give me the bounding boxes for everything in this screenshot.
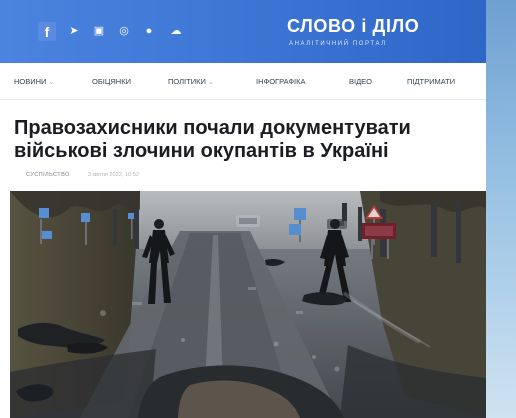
article-page: f ➤ ▣ ◎ ● ☁ СЛОВО і ДІЛО АНАЛІТИЧНИЙ ПОР… [0, 0, 486, 418]
social-links: f ➤ ▣ ◎ ● ☁ [38, 22, 185, 41]
nav-item-label: ПІДТРИМАТИ [407, 77, 456, 87]
article-date: 3 квітня 2022, 10:52 [87, 172, 139, 178]
chevron-down-icon: ⌄ [48, 78, 55, 86]
cloud-icon[interactable]: ☁ [167, 23, 185, 41]
site-header: f ➤ ▣ ◎ ● ☁ СЛОВО і ДІЛО АНАЛІТИЧНИЙ ПОР… [0, 0, 486, 63]
nav-item-label: НОВИНИ [14, 77, 47, 87]
nav-item-video[interactable]: ВІДЕО [349, 76, 372, 88]
nav-item-label: ВІДЕО [349, 77, 373, 87]
article-photo [10, 191, 486, 418]
chevron-down-icon: ⌄ [207, 78, 214, 86]
brand-tagline: АНАЛІТИЧНИЙ ПОРТАЛ [289, 41, 387, 47]
street-photo-illustration [10, 191, 486, 418]
viber-icon[interactable]: ● [142, 23, 156, 41]
right-background-panel [486, 0, 516, 418]
facebook-icon[interactable]: f [38, 22, 56, 41]
screenshot-frame: f ➤ ▣ ◎ ● ☁ СЛОВО і ДІЛО АНАЛІТИЧНИЙ ПОР… [0, 0, 516, 418]
article-title: Правозахисники почали документувати війс… [14, 117, 411, 162]
youtube-icon[interactable]: ▣ [92, 23, 106, 41]
nav-item-novyny[interactable]: НОВИНИ ⌄ [14, 76, 54, 88]
article-meta: СУСПІЛЬСТВО 3 квітня 2022, 10:52 [26, 172, 139, 178]
nav-item-polityky[interactable]: ПОЛІТИКИ ⌄ [168, 76, 214, 88]
nav-item-pidtrymaty[interactable]: ПІДТРИМАТИ [407, 76, 455, 88]
nav-item-obitsyanky[interactable]: ОБІЦЯНКИ [92, 76, 131, 88]
nav-item-label: ІНФОГРАФІКА [256, 77, 306, 87]
article-category[interactable]: СУСПІЛЬСТВО [26, 172, 70, 178]
nav-item-label: ОБІЦЯНКИ [92, 77, 131, 87]
site-logo[interactable]: СЛОВО і ДІЛО АНАЛІТИЧНИЙ ПОРТАЛ [287, 16, 420, 47]
nav-item-label: ПОЛІТИКИ [168, 77, 206, 87]
brand-name: СЛОВО і ДІЛО [287, 16, 420, 36]
nav-item-infohrafika[interactable]: ІНФОГРАФІКА [256, 76, 306, 88]
telegram-icon[interactable]: ➤ [67, 23, 81, 41]
instagram-icon[interactable]: ◎ [117, 23, 131, 41]
main-navigation: НОВИНИ ⌄ ОБІЦЯНКИ ПОЛІТИКИ ⌄ ІНФОГРАФІКА… [0, 63, 486, 100]
